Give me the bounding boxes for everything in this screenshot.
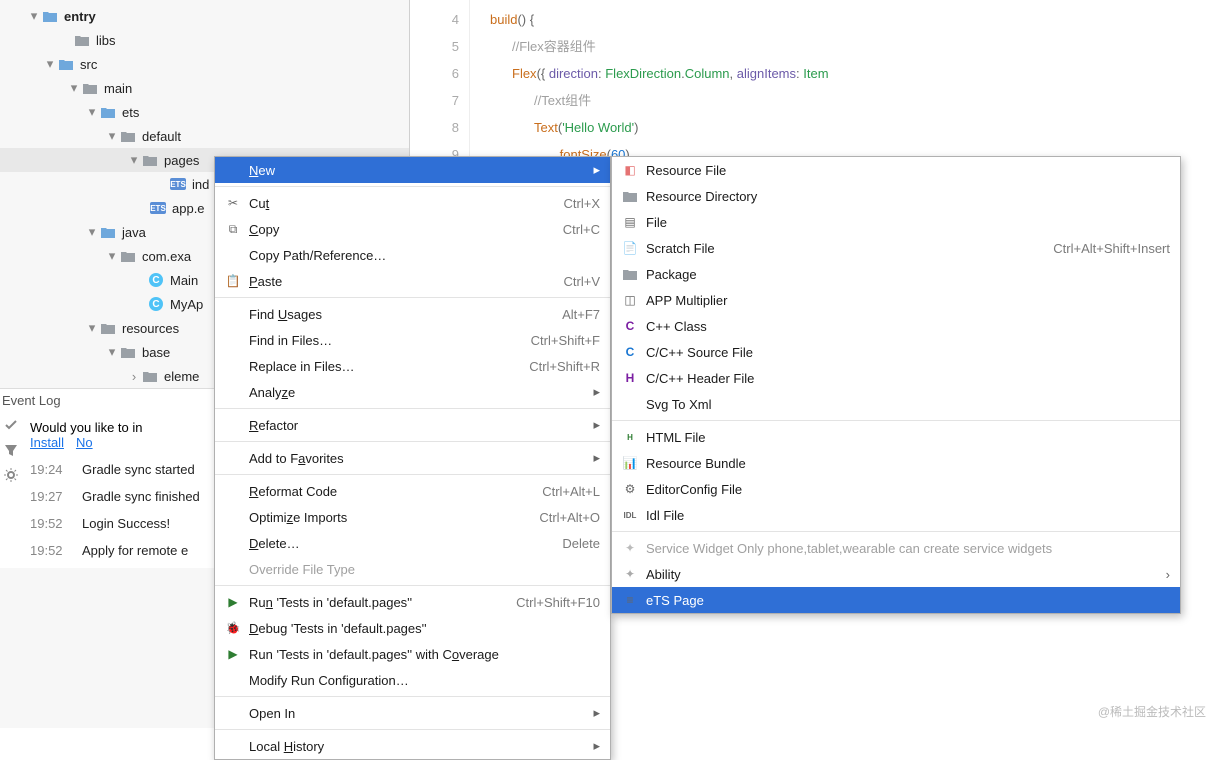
menu-modify-run[interactable]: Modify Run Configuration…	[215, 667, 610, 693]
debug-icon: 🐞	[225, 620, 241, 636]
submenu-cc-source[interactable]: CC/C++ Source File	[612, 339, 1180, 365]
menu-analyze[interactable]: Analyze▸	[215, 379, 610, 405]
menu-override: Override File Type	[215, 556, 610, 582]
c-source-icon: C	[622, 344, 638, 360]
cpp-class-icon: C	[622, 318, 638, 334]
editorconfig-icon: ⚙	[622, 481, 638, 497]
tree-item-libs[interactable]: libs	[0, 28, 409, 52]
submenu-svg[interactable]: Svg To Xml	[612, 391, 1180, 417]
menu-replace-in-files[interactable]: Replace in Files…Ctrl+Shift+R	[215, 353, 610, 379]
context-menu[interactable]: NNewew▸ ✂CutCutCtrl+X ⧉CopyCtrl+C Copy P…	[214, 156, 611, 760]
menu-optimize[interactable]: Optimize ImportsCtrl+Alt+O	[215, 504, 610, 530]
submenu-cpp-class[interactable]: CC++ Class	[612, 313, 1180, 339]
ets-page-icon: ≡	[622, 592, 638, 608]
folder-icon	[120, 248, 136, 264]
watermark: @稀土掘金技术社区	[1098, 703, 1206, 720]
submenu-idl[interactable]: IDLIdl File	[612, 502, 1180, 528]
submenu-resource-bundle[interactable]: 📊Resource Bundle	[612, 450, 1180, 476]
check-icon[interactable]	[4, 418, 18, 435]
tree-item-src[interactable]: ▾src	[0, 52, 409, 76]
menu-new[interactable]: NNewew▸	[215, 157, 610, 183]
menu-refactor[interactable]: Refactor▸	[215, 412, 610, 438]
folder-icon	[82, 80, 98, 96]
submenu-ability[interactable]: ✦Ability›	[612, 561, 1180, 587]
package-icon	[622, 266, 638, 282]
menu-copy[interactable]: ⧉CopyCtrl+C	[215, 216, 610, 242]
folder-icon	[100, 104, 116, 120]
menu-paste[interactable]: 📋PasteCtrl+V	[215, 268, 610, 294]
no-link[interactable]: No	[76, 435, 93, 450]
submenu-app-multiplier[interactable]: ◫APP Multiplier	[612, 287, 1180, 313]
submenu-resource-file[interactable]: ◧Resource File	[612, 157, 1180, 183]
ets-file-icon: ETS	[150, 200, 166, 216]
html-icon: H	[622, 429, 638, 445]
install-link[interactable]: Install	[30, 435, 64, 450]
tree-item-main[interactable]: ▾main	[0, 76, 409, 100]
folder-icon	[142, 152, 158, 168]
folder-icon	[120, 344, 136, 360]
resource-file-icon: ◧	[622, 162, 638, 178]
folder-icon	[100, 320, 116, 336]
menu-cut[interactable]: ✂CutCutCtrl+X	[215, 190, 610, 216]
menu-reformat[interactable]: Reformat CodeCtrl+Alt+L	[215, 478, 610, 504]
new-submenu[interactable]: ◧Resource File Resource Directory ▤File …	[611, 156, 1181, 614]
menu-find-in-files[interactable]: Find in Files…Ctrl+Shift+F	[215, 327, 610, 353]
submenu-ets-page[interactable]: ≡eTS Page	[612, 587, 1180, 613]
menu-copy-path[interactable]: Copy Path/Reference…	[215, 242, 610, 268]
cut-icon: ✂	[225, 195, 241, 211]
menu-local-history[interactable]: Local History▸	[215, 733, 610, 759]
idl-icon: IDL	[622, 507, 638, 523]
menu-debug-tests[interactable]: 🐞Debug 'Tests in 'default.pages''	[215, 615, 610, 641]
paste-icon: 📋	[225, 273, 241, 289]
submenu-scratch[interactable]: 📄Scratch FileCtrl+Alt+Shift+Insert	[612, 235, 1180, 261]
menu-find-usages[interactable]: Find UsagesAlt+F7	[215, 301, 610, 327]
submenu-html-file[interactable]: HHTML File	[612, 424, 1180, 450]
menu-open-in[interactable]: Open In▸	[215, 700, 610, 726]
class-icon: C	[148, 296, 164, 312]
app-icon: ◫	[622, 292, 638, 308]
folder-icon	[58, 56, 74, 72]
c-header-icon: H	[622, 370, 638, 386]
submenu-file[interactable]: ▤File	[612, 209, 1180, 235]
coverage-icon: ▶	[225, 646, 241, 662]
widget-icon: ✦	[622, 540, 638, 556]
gear-icon[interactable]	[4, 468, 18, 485]
bundle-icon: 📊	[622, 455, 638, 471]
menu-add-favorites[interactable]: Add to Favorites▸	[215, 445, 610, 471]
submenu-editorconfig[interactable]: ⚙EditorConfig File	[612, 476, 1180, 502]
copy-icon: ⧉	[225, 221, 241, 237]
folder-icon	[120, 128, 136, 144]
menu-delete[interactable]: Delete…Delete	[215, 530, 610, 556]
submenu-resource-dir[interactable]: Resource Directory	[612, 183, 1180, 209]
menu-run-coverage[interactable]: ▶Run 'Tests in 'default.pages'' with Cov…	[215, 641, 610, 667]
run-icon: ▶	[225, 594, 241, 610]
folder-icon	[142, 368, 158, 384]
module-icon	[42, 8, 58, 24]
tree-item-default[interactable]: ▾default	[0, 124, 409, 148]
folder-icon	[74, 32, 90, 48]
ets-file-icon: ETS	[170, 176, 186, 192]
filter-icon[interactable]	[4, 443, 18, 460]
tree-item-entry[interactable]: ▾entry	[0, 4, 409, 28]
submenu-package[interactable]: Package	[612, 261, 1180, 287]
class-icon: C	[148, 272, 164, 288]
ability-icon: ✦	[622, 566, 638, 582]
menu-run-tests[interactable]: ▶Run 'Tests in 'default.pages''Ctrl+Shif…	[215, 589, 610, 615]
scratch-icon: 📄	[622, 240, 638, 256]
submenu-service-widget: ✦Service Widget Only phone,tablet,wearab…	[612, 535, 1180, 561]
submenu-cc-header[interactable]: HC/C++ Header File	[612, 365, 1180, 391]
folder-icon	[100, 224, 116, 240]
tree-item-ets[interactable]: ▾ets	[0, 100, 409, 124]
file-icon: ▤	[622, 214, 638, 230]
folder-icon	[622, 188, 638, 204]
